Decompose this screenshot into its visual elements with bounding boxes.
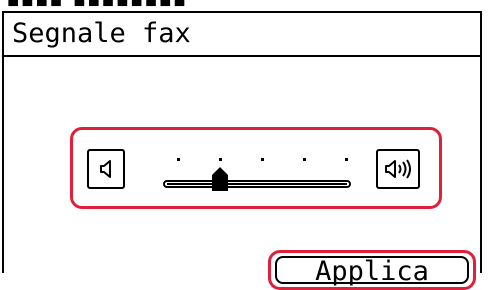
volume-panel (70, 127, 442, 209)
speaker-low-icon (100, 160, 111, 178)
slider-tick (177, 158, 180, 161)
slider-track-fill (167, 183, 347, 185)
slider-tick (345, 158, 348, 161)
cropped-header-text: ▮▮▮▮ ▮▮▮▮▮▮▮▮ (6, 0, 187, 9)
slider-tick (219, 158, 222, 161)
volume-down-button[interactable] (87, 149, 125, 189)
slider-thumb[interactable] (211, 166, 229, 192)
apply-button-label: Applica (315, 256, 429, 287)
slider-tick (303, 158, 306, 161)
slider-tick (261, 158, 264, 161)
slider-track (163, 180, 351, 188)
apply-button[interactable]: Applica (268, 250, 476, 290)
cropped-header: ▮▮▮▮ ▮▮▮▮▮▮▮▮ (0, 0, 489, 9)
volume-slider[interactable] (159, 146, 359, 196)
volume-up-button[interactable] (376, 149, 420, 189)
apply-button-frame: Applica (275, 256, 469, 287)
speaker-high-icon (385, 159, 411, 179)
screen-title: Segnale fax (12, 18, 191, 49)
lcd-screen: Segnale fax (2, 11, 482, 273)
title-bar: Segnale fax (4, 13, 480, 57)
